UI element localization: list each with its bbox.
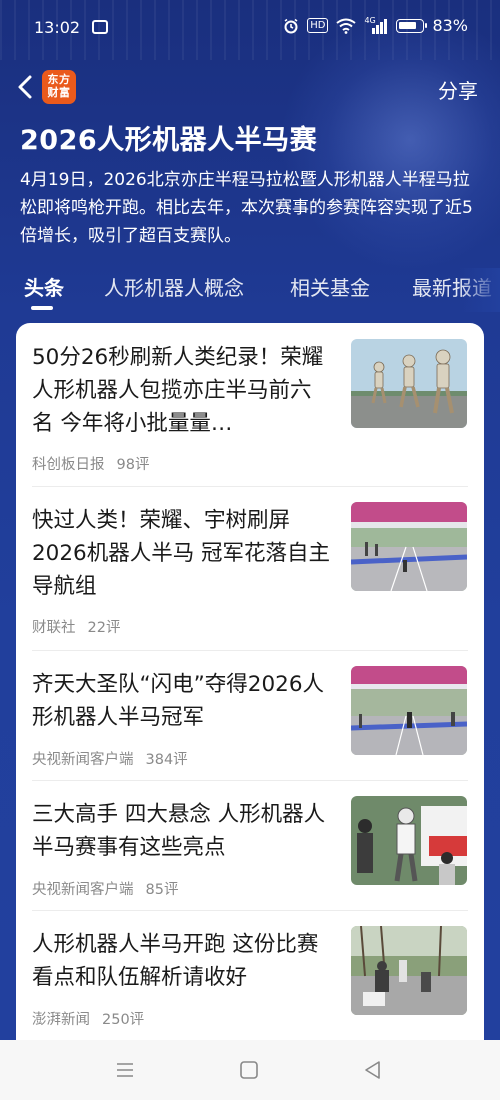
news-title[interactable]: 三大高手 四大悬念 人形机器人半马赛事有这些亮点 [32, 798, 332, 864]
logo-text-line2: 财富 [47, 86, 71, 99]
robot-crossing-finish-image[interactable] [351, 666, 467, 755]
news-item[interactable]: 三大高手 四大悬念 人形机器人半马赛事有这些亮点 央视新闻客户端 85评 [16, 796, 484, 910]
robot-runners-street-image[interactable] [351, 926, 467, 1015]
status-time: 13:02 [34, 18, 81, 37]
divider [32, 486, 468, 487]
news-title[interactable]: 快过人类！荣耀、宇树刷屏2026机器人半马 冠军花落自主导航组 [32, 504, 332, 603]
news-comments[interactable]: 98评 [117, 457, 150, 473]
news-title[interactable]: 50分26秒刷新人类纪录！荣耀人形机器人包揽亦庄半马前六名 今年将小批量量… [32, 341, 332, 440]
tab-related-funds[interactable]: 相关基金 [290, 272, 370, 301]
system-nav-bar [0, 1040, 500, 1100]
message-icon [92, 20, 108, 34]
news-meta: 澎湃新闻 250评 [32, 1008, 144, 1029]
network-type: 4G [364, 15, 376, 25]
news-comments[interactable]: 85评 [146, 882, 179, 898]
back-triangle-icon[interactable] [361, 1058, 385, 1082]
back-arrow-icon[interactable] [14, 72, 38, 102]
app-logo: 东方 财富 [42, 70, 76, 104]
news-item[interactable]: 50分26秒刷新人类纪录！荣耀人形机器人包揽亦庄半马前六名 今年将小批量量… 科… [16, 339, 484, 487]
hd-icon: HD [307, 18, 329, 33]
active-tab-indicator [31, 306, 53, 310]
news-item[interactable]: 齐天大圣队“闪电”夺得2026人形机器人半马冠军 央视新闻客户端 384评 [16, 666, 484, 780]
divider [32, 650, 468, 651]
wifi-icon [336, 18, 357, 34]
battery-level [399, 21, 417, 29]
page-title: 2026人形机器人半马赛 [20, 125, 318, 156]
tab-fade [460, 268, 500, 312]
tab-headlines[interactable]: 头条 [24, 272, 64, 301]
robot-with-team-image[interactable] [351, 796, 467, 885]
page-description: 4月19日，2026北京亦庄半程马拉松暨人形机器人半程马拉松即将鸣枪开跑。相比去… [20, 170, 473, 246]
news-source: 科创板日报 [32, 457, 105, 473]
news-source: 财联社 [32, 620, 76, 636]
news-item[interactable]: 人形机器人半马开跑 这份比赛看点和队伍解析请收好 澎湃新闻 250评 [16, 926, 484, 1040]
logo-text-line1: 东方 [47, 73, 71, 86]
battery-percent: 83% [432, 16, 468, 35]
alarm-icon [284, 18, 298, 33]
tab-bar: 头条 人形机器人概念 相关基金 最新报道 [0, 268, 500, 312]
news-meta: 央视新闻客户端 384评 [32, 748, 188, 769]
race-finish-line-image[interactable] [351, 502, 467, 591]
news-comments[interactable]: 22评 [88, 620, 121, 636]
news-card: 50分26秒刷新人类纪录！荣耀人形机器人包揽亦庄半马前六名 今年将小批量量… 科… [16, 323, 484, 1040]
signal-icon: 4G [364, 15, 388, 34]
home-square-icon[interactable] [237, 1058, 261, 1082]
news-meta: 科创板日报 98评 [32, 453, 149, 474]
news-comments[interactable]: 250评 [102, 1012, 144, 1028]
news-source: 央视新闻客户端 [32, 752, 134, 768]
news-title[interactable]: 齐天大圣队“闪电”夺得2026人形机器人半马冠军 [32, 668, 332, 734]
news-meta: 央视新闻客户端 85评 [32, 878, 178, 899]
news-source: 央视新闻客户端 [32, 882, 134, 898]
news-meta: 财联社 22评 [32, 616, 120, 637]
news-title[interactable]: 人形机器人半马开跑 这份比赛看点和队伍解析请收好 [32, 928, 332, 994]
menu-icon[interactable] [113, 1058, 137, 1082]
news-comments[interactable]: 384评 [146, 752, 188, 768]
tab-robot-concept[interactable]: 人形机器人概念 [104, 272, 244, 301]
battery-icon [396, 18, 428, 33]
status-icons: HD 4G 83% [283, 16, 468, 35]
divider [32, 780, 468, 781]
three-robots-running-image[interactable] [351, 339, 467, 428]
status-bar: 13:02 HD 4G 83% [0, 0, 500, 56]
divider [32, 910, 468, 911]
share-button[interactable]: 分享 [438, 75, 478, 104]
news-source: 澎湃新闻 [32, 1012, 90, 1028]
news-item[interactable]: 快过人类！荣耀、宇树刷屏2026机器人半马 冠军花落自主导航组 财联社 22评 [16, 502, 484, 650]
